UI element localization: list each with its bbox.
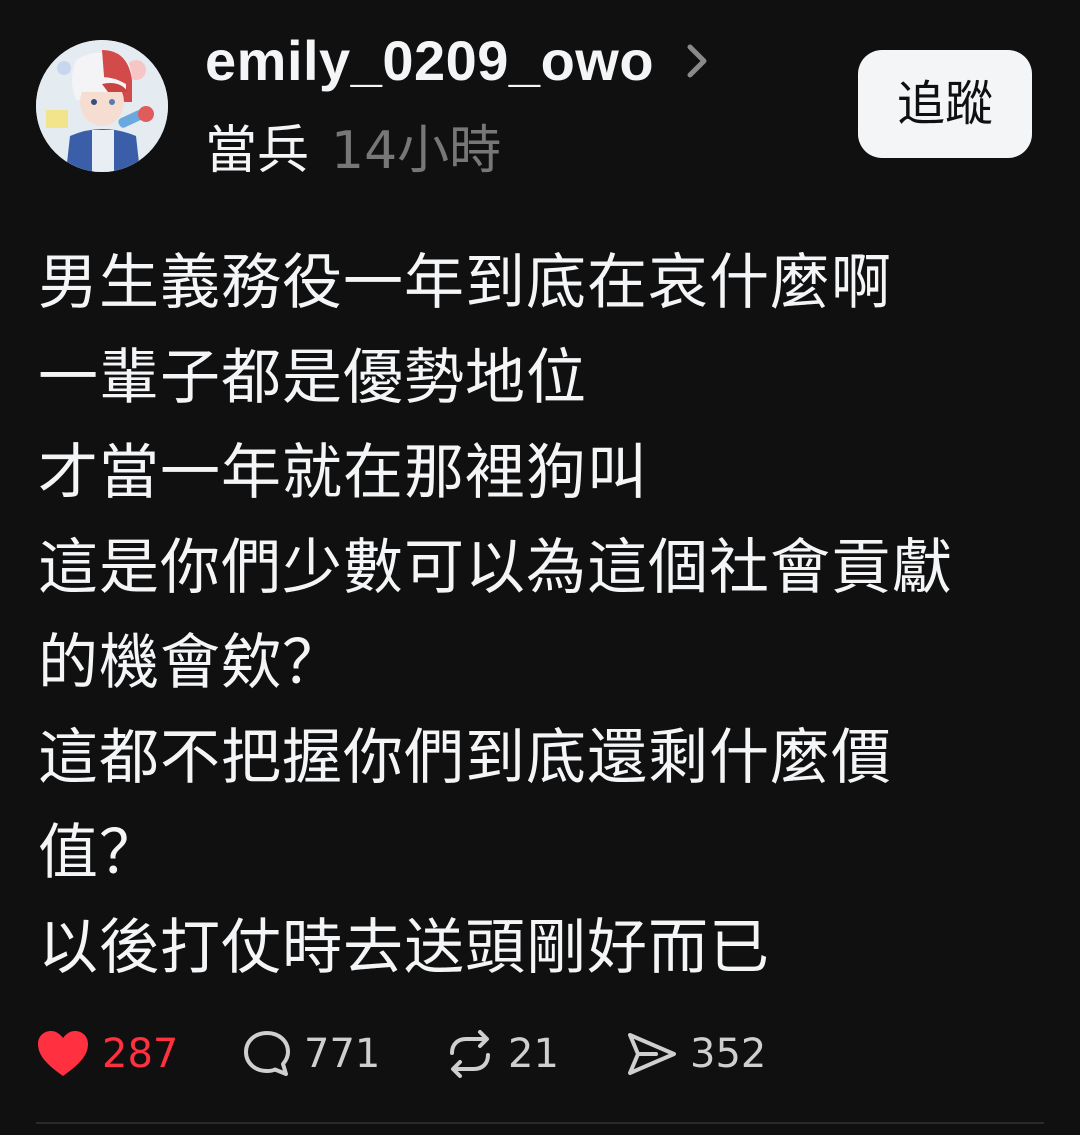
action-bar: 287 771 21 352 bbox=[36, 1024, 1046, 1084]
post-timestamp: 14小時 bbox=[331, 121, 502, 181]
post-text-line: 男生義務役一年到底在哀什麼啊 bbox=[38, 248, 892, 318]
like-button[interactable]: 287 bbox=[36, 1024, 178, 1084]
avatar-image bbox=[36, 40, 168, 172]
divider bbox=[36, 1122, 1044, 1124]
username-link[interactable]: emily_0209_owo bbox=[205, 26, 708, 96]
follow-button[interactable]: 追蹤 bbox=[858, 50, 1032, 158]
heart-filled-icon bbox=[36, 1029, 90, 1079]
username[interactable]: emily_0209_owo bbox=[205, 26, 654, 96]
comment-bubble-icon bbox=[242, 1029, 292, 1079]
send-icon bbox=[626, 1029, 678, 1079]
thread-post: emily_0209_owo 當兵 14小時 追蹤 男生義務役一年到底在哀什麼啊… bbox=[0, 0, 1080, 1135]
chevron-right-icon bbox=[686, 43, 708, 79]
repost-arrows-icon bbox=[444, 1029, 496, 1079]
post-text-line: 以後打仗時去送頭剛好而已 bbox=[38, 913, 770, 983]
post-text-line: 的機會欸？ bbox=[38, 628, 343, 698]
share-button[interactable]: 352 bbox=[626, 1024, 766, 1084]
post-text-line: 一輩子都是優勢地位 bbox=[38, 343, 587, 413]
comment-button[interactable]: 771 bbox=[242, 1024, 380, 1084]
avatar[interactable] bbox=[36, 40, 168, 172]
repost-count: 21 bbox=[508, 1031, 559, 1077]
like-count: 287 bbox=[102, 1031, 179, 1077]
post-text-line: 這都不把握你們到底還剩什麼價 bbox=[38, 723, 892, 793]
post-text-line: 值？ bbox=[38, 818, 160, 888]
topic-tag[interactable]: 當兵 bbox=[205, 118, 309, 184]
post-meta: 當兵 14小時 bbox=[205, 118, 501, 184]
repost-button[interactable]: 21 bbox=[444, 1024, 559, 1084]
post-text: 男生義務役一年到底在哀什麼啊 一輩子都是優勢地位 才當一年就在那裡狗叫 這是你們… bbox=[38, 236, 1048, 996]
post-text-line: 才當一年就在那裡狗叫 bbox=[38, 438, 648, 508]
comment-count: 771 bbox=[304, 1031, 381, 1077]
post-text-line: 這是你們少數可以為這個社會貢獻 bbox=[38, 533, 953, 603]
share-count: 352 bbox=[690, 1031, 767, 1077]
